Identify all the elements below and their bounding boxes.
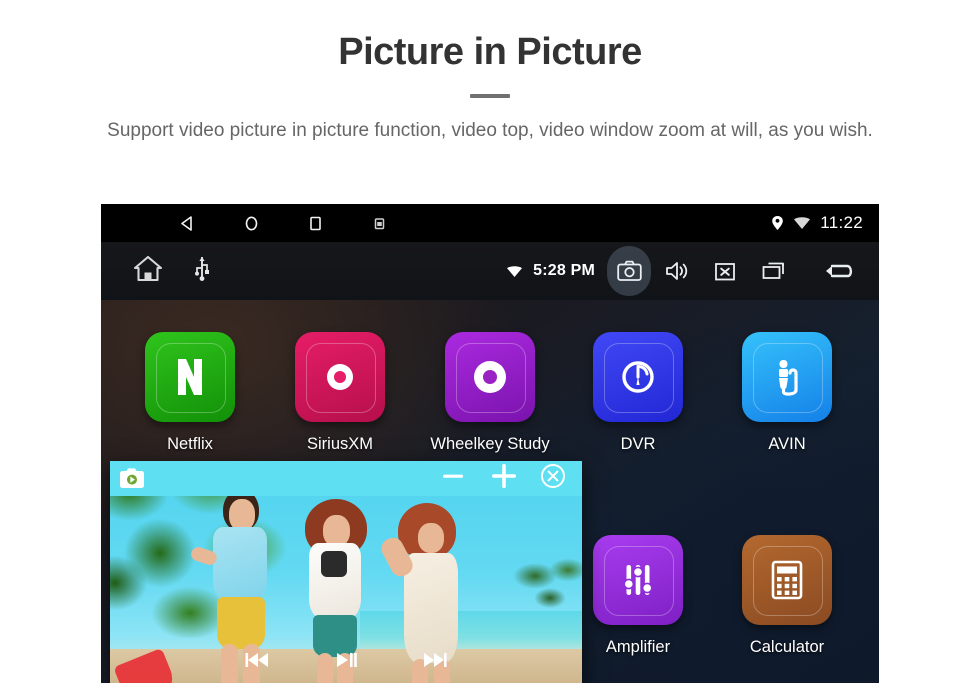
avin-jack-icon bbox=[779, 360, 798, 396]
wheelkey-icon bbox=[474, 361, 506, 393]
home-icon bbox=[133, 255, 163, 282]
next-track-icon bbox=[424, 653, 447, 667]
wheelkey-tile bbox=[445, 332, 535, 422]
android-status-bar: 11:22 bbox=[101, 204, 879, 242]
netflix-icon bbox=[178, 359, 202, 395]
recent-apps-icon bbox=[762, 262, 784, 279]
app-label-dvr: DVR bbox=[620, 435, 656, 453]
amplifier-sliders-icon bbox=[623, 565, 653, 595]
toolbar-camera-button[interactable] bbox=[607, 246, 651, 296]
app-label-netflix: Netflix bbox=[167, 435, 213, 453]
pip-zoom-in-button[interactable] bbox=[488, 461, 520, 497]
toolbar-left-group bbox=[101, 255, 209, 287]
app-label-siriusxm: SiriusXM bbox=[306, 435, 373, 453]
title-divider bbox=[470, 93, 510, 98]
triangle-back-icon bbox=[180, 215, 192, 231]
siriusxm-tile bbox=[295, 332, 385, 422]
wifi-icon bbox=[507, 265, 523, 277]
toolbar-right-group: 5:28 PM bbox=[506, 246, 879, 296]
calculator-icon bbox=[771, 560, 803, 600]
toolbar-recents-button[interactable] bbox=[751, 246, 795, 296]
toolbar-close-button[interactable] bbox=[703, 246, 747, 296]
page-subtitle: Support video picture in picture functio… bbox=[107, 119, 873, 141]
app-calculator[interactable]: Calculator bbox=[723, 535, 851, 657]
volume-icon bbox=[665, 262, 687, 280]
status-bar-nav-group bbox=[101, 204, 411, 242]
siriusxm-icon bbox=[327, 364, 353, 390]
camera-icon bbox=[616, 260, 642, 281]
app-label-amplifier: Amplifier bbox=[605, 638, 671, 656]
dvr-tile bbox=[593, 332, 683, 422]
app-toolbar: 5:28 PM bbox=[101, 242, 879, 300]
page-title: Picture in Picture bbox=[338, 31, 642, 73]
pip-next-button[interactable] bbox=[420, 651, 448, 674]
amplifier-tile bbox=[593, 535, 683, 625]
app-netflix[interactable]: Netflix bbox=[126, 332, 254, 454]
avin-tile bbox=[742, 332, 832, 422]
close-box-icon bbox=[715, 262, 735, 280]
dvr-gauge-icon bbox=[622, 361, 654, 393]
plus-icon bbox=[492, 464, 516, 488]
pip-window[interactable]: eicare bbox=[110, 461, 582, 683]
status-bar-indicators: 11:22 bbox=[771, 213, 879, 233]
pip-close-button[interactable] bbox=[540, 463, 566, 494]
circle-home-icon bbox=[245, 216, 257, 230]
pip-play-pause-button[interactable] bbox=[334, 651, 358, 674]
square-recents-icon bbox=[309, 216, 321, 230]
play-pause-icon bbox=[337, 653, 357, 667]
nav-back-button[interactable] bbox=[155, 204, 219, 242]
device-screenshot: 11:22 5:28 PM Netflix SiriusXM Wheelkey … bbox=[101, 204, 879, 683]
toolbar-usb-button[interactable] bbox=[195, 256, 209, 287]
nav-recents-button[interactable] bbox=[283, 204, 347, 242]
minus-icon bbox=[443, 474, 463, 478]
pip-screenshot-button[interactable] bbox=[119, 467, 145, 496]
previous-track-icon bbox=[245, 653, 268, 667]
app-siriusxm[interactable]: SiriusXM bbox=[276, 332, 404, 454]
pip-previous-button[interactable] bbox=[244, 651, 272, 674]
netflix-tile bbox=[145, 332, 235, 422]
toolbar-clock: 5:28 PM bbox=[533, 262, 595, 279]
pip-screenshot-icon bbox=[120, 468, 144, 488]
nav-home-button[interactable] bbox=[219, 204, 283, 242]
location-pin-icon bbox=[772, 216, 784, 230]
app-dvr[interactable]: DVR bbox=[574, 332, 702, 454]
toolbar-home-button[interactable] bbox=[133, 255, 163, 287]
home-screen: Netflix SiriusXM Wheelkey Study DVR AVIN… bbox=[101, 300, 879, 683]
screenshot-icon bbox=[374, 217, 384, 229]
app-avin[interactable]: AVIN bbox=[723, 332, 851, 454]
pip-media-controls bbox=[110, 651, 582, 674]
back-arrow-icon bbox=[826, 264, 853, 278]
marketing-header: Picture in Picture Support video picture… bbox=[0, 0, 980, 145]
toolbar-back-button[interactable] bbox=[817, 246, 861, 296]
nav-screenshot-button[interactable] bbox=[347, 204, 411, 242]
app-amplifier[interactable]: Amplifier bbox=[574, 535, 702, 657]
usb-icon bbox=[195, 256, 209, 281]
pip-zoom-out-button[interactable] bbox=[438, 461, 468, 496]
app-label-calculator: Calculator bbox=[749, 638, 825, 656]
wifi-icon bbox=[794, 217, 811, 229]
app-label-avin: AVIN bbox=[768, 435, 806, 453]
pip-title-bar bbox=[110, 461, 582, 496]
status-bar-clock: 11:22 bbox=[820, 213, 863, 232]
video-palm-right bbox=[510, 556, 582, 626]
pip-close-icon bbox=[541, 464, 565, 488]
app-wheelkey-study[interactable]: Wheelkey Study bbox=[426, 332, 554, 454]
calculator-tile bbox=[742, 535, 832, 625]
app-label-wheelkey-study: Wheelkey Study bbox=[430, 435, 550, 453]
toolbar-volume-button[interactable] bbox=[655, 246, 699, 296]
